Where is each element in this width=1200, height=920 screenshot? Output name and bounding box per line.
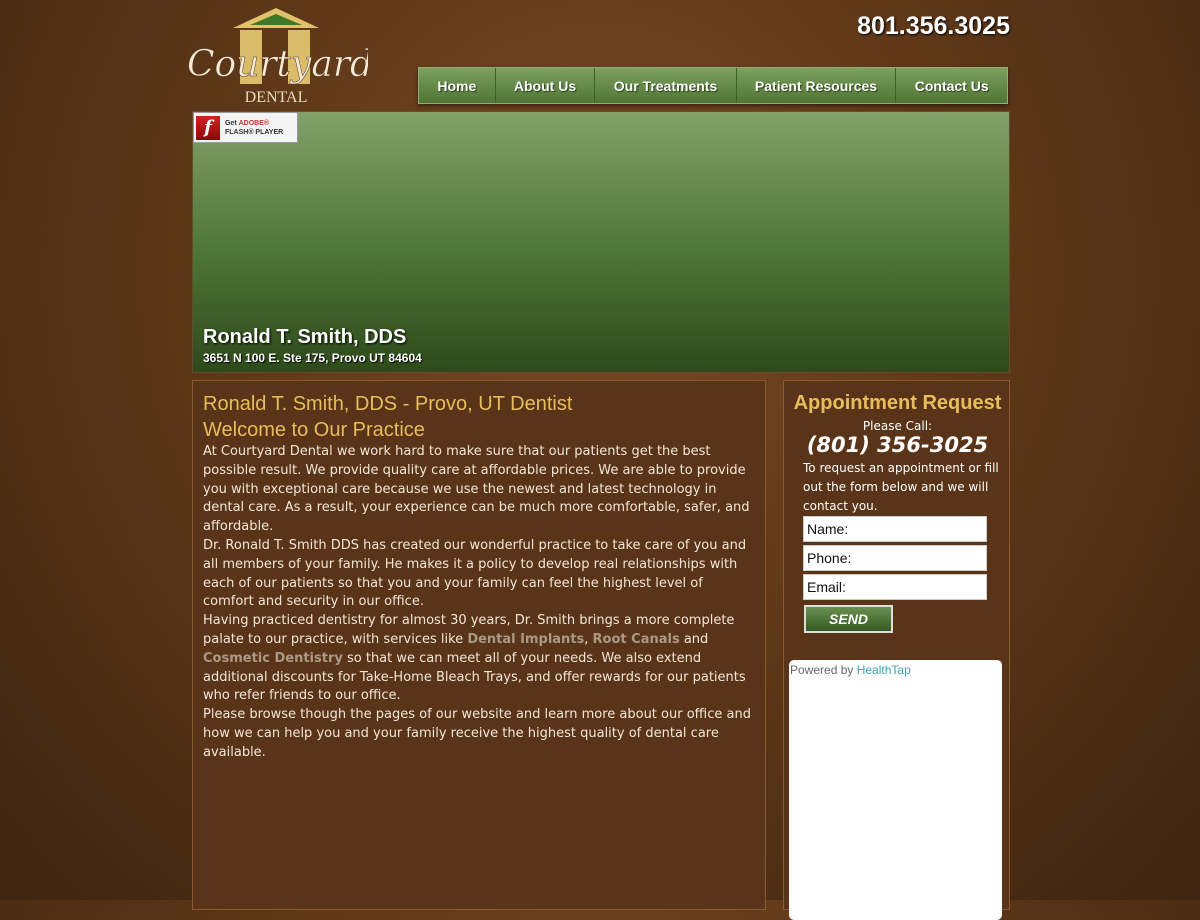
page-subtitle: Welcome to Our Practice xyxy=(203,419,425,441)
phone-input[interactable]: Phone: xyxy=(803,545,987,571)
courtyard-dental-logo[interactable]: Courtyard DENTAL xyxy=(188,6,368,106)
email-input[interactable]: Email: xyxy=(803,574,987,600)
services-text: , xyxy=(584,631,593,647)
flash-brand: ADOBE® xyxy=(238,119,270,127)
link-cosmetic-dentistry[interactable]: Cosmetic Dentistry xyxy=(203,651,343,666)
link-dental-implants[interactable]: Dental Implants xyxy=(467,632,584,647)
hero-banner: f Get ADOBE® FLASH® PLAYER Ronald T. Smit… xyxy=(192,111,1010,373)
browse-paragraph: Please browse though the pages of our we… xyxy=(203,707,751,760)
flash-icon: f xyxy=(196,115,220,140)
healthtap-link[interactable]: HealthTap xyxy=(857,663,911,677)
svg-text:DENTAL: DENTAL xyxy=(245,89,308,106)
doctor-name: Ronald T. Smith, DDS xyxy=(203,326,407,348)
main-content: Ronald T. Smith, DDS - Provo, UT Dentist… xyxy=(192,380,766,910)
flash-get: Get xyxy=(225,119,239,127)
services-text: and xyxy=(679,631,709,647)
page-title: Ronald T. Smith, DDS - Provo, UT Dentist xyxy=(203,393,573,415)
name-input[interactable]: Name: xyxy=(803,516,987,542)
services-paragraph: Having practiced dentistry for almost 30… xyxy=(203,612,755,706)
intro-paragraph: At Courtyard Dental we work hard to make… xyxy=(203,444,750,535)
nav-about-us[interactable]: About Us xyxy=(496,68,596,103)
doctor-address: 3651 N 100 E. Ste 175, Provo UT 84604 xyxy=(203,351,422,365)
flash-player: FLASH® PLAYER xyxy=(225,128,284,136)
nav-contact-us[interactable]: Contact Us xyxy=(896,68,1007,103)
doctor-paragraph: Dr. Ronald T. Smith DDS has created our … xyxy=(203,537,747,610)
nav-home[interactable]: Home xyxy=(419,68,496,103)
request-text: To request an appointment or fill out th… xyxy=(803,461,999,513)
nav-our-treatments[interactable]: Our Treatments xyxy=(595,68,737,103)
healthtap-widget: Powered by HealthTap xyxy=(789,660,1002,920)
nav-patient-resources[interactable]: Patient Resources xyxy=(737,68,897,103)
sidebar-phone: (801) 356-3025 xyxy=(806,433,989,457)
appointment-title: Appointment Request xyxy=(793,392,1002,414)
get-flash-player-button[interactable]: f Get ADOBE® FLASH® PLAYER xyxy=(193,112,298,143)
link-root-canals[interactable]: Root Canals xyxy=(593,632,680,647)
header-phone: 801.356.3025 xyxy=(857,12,1010,40)
powered-by: Powered by xyxy=(790,663,857,677)
appointment-sidebar: Appointment Request Please Call: (801) 3… xyxy=(783,380,1010,920)
please-call: Please Call: xyxy=(862,419,933,433)
svg-text:Courtyard: Courtyard xyxy=(188,44,368,85)
main-nav: Home About Us Our Treatments Patient Res… xyxy=(418,67,1008,104)
send-button[interactable]: SEND xyxy=(804,605,893,633)
